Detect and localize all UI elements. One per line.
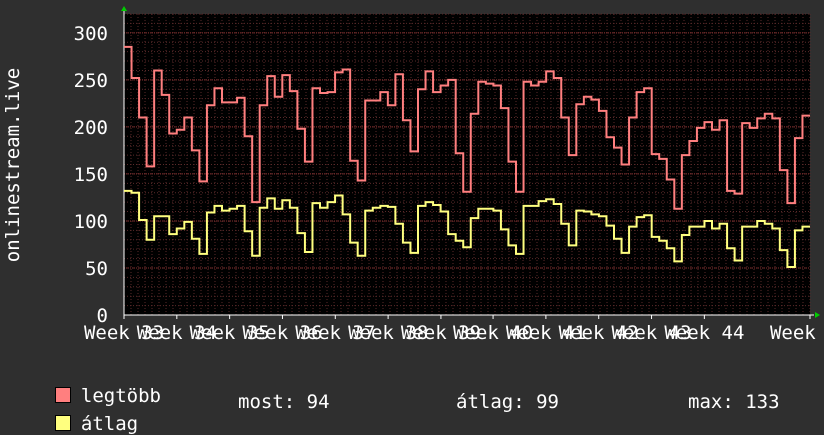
- legend-label-avg: átlag: [80, 413, 139, 435]
- y-tick-label: 50: [85, 258, 108, 280]
- x-tick-label: Week 45: [770, 322, 824, 344]
- chart: 050100150200250300Week 33Week 34Week 35W…: [2, 6, 824, 344]
- stat-maximum: max: 133: [688, 391, 780, 413]
- y-tick-label: 300: [74, 23, 108, 45]
- y-tick-label: 250: [74, 70, 108, 92]
- y-axis-arrow: [121, 6, 127, 11]
- y-tick-label: 150: [74, 164, 108, 186]
- y-tick-label: 100: [74, 211, 108, 233]
- x-tick-label: Week 44: [664, 322, 744, 344]
- y-tick-label: 200: [74, 117, 108, 139]
- stat-average: átlag: 99: [456, 391, 559, 413]
- y-axis-label: onlinestream.live: [2, 68, 24, 262]
- legend-swatch-avg: [54, 415, 71, 431]
- x-axis-arrow: [815, 312, 820, 318]
- legend-item-avg: átlag: [32, 391, 138, 435]
- stat-current: most: 94: [238, 391, 330, 413]
